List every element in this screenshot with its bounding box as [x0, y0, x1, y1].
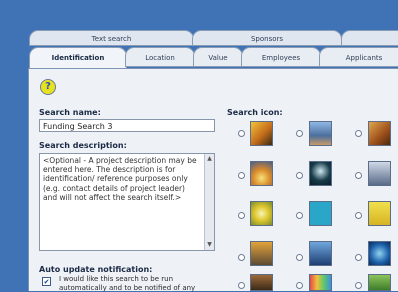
help-question-icon[interactable]: ? [40, 79, 56, 95]
hands-icon[interactable] [368, 121, 391, 146]
icon-radio[interactable] [296, 172, 303, 179]
icon-radio[interactable] [296, 130, 303, 137]
description-scrollbar[interactable]: ▲ ▼ [204, 154, 214, 250]
runner-icon[interactable] [368, 161, 391, 186]
icon-radio[interactable] [238, 254, 245, 261]
figure-yellow-icon[interactable] [368, 201, 391, 226]
search-name-input[interactable]: Funding Search 3 [39, 119, 215, 132]
icon-radio[interactable] [355, 212, 362, 219]
icon-radio[interactable] [296, 254, 303, 261]
search-name-label: Search name: [39, 108, 101, 117]
search-description-textarea[interactable]: <Optional - A project description may be… [39, 153, 215, 251]
identification-panel: ? Search name: Funding Search 3 Search d… [28, 68, 398, 292]
tab-value[interactable]: Value [193, 47, 243, 67]
auto-update-checkbox[interactable]: ✔ [42, 277, 51, 286]
tree-sunset-icon[interactable] [250, 121, 273, 146]
tab-location[interactable]: Location [125, 47, 195, 67]
icon-radio[interactable] [238, 130, 245, 137]
flower-icon[interactable] [250, 201, 273, 226]
auto-update-text: I would like this search to be run autom… [59, 275, 196, 292]
icon-radio[interactable] [355, 172, 362, 179]
icon-radio[interactable] [296, 282, 303, 289]
rainbow-icon[interactable] [309, 274, 332, 291]
tab-identification[interactable]: Identification [29, 47, 127, 69]
icon-radio[interactable] [238, 282, 245, 289]
cross-icon[interactable] [309, 201, 332, 226]
lower-tab-row: Identification Location Value Employees … [29, 47, 398, 69]
scroll-up-icon[interactable]: ▲ [206, 155, 213, 163]
search-icon-grid [229, 69, 398, 291]
tab-sponsors[interactable]: Sponsors [192, 30, 342, 46]
search-description-label: Search description: [39, 141, 127, 150]
leaf-icon[interactable] [368, 274, 391, 291]
scroll-down-icon[interactable]: ▼ [206, 241, 213, 249]
icon-radio[interactable] [355, 130, 362, 137]
icon-radio[interactable] [238, 212, 245, 219]
icon-radio[interactable] [355, 254, 362, 261]
globe-icon[interactable] [368, 241, 391, 266]
icon-radio[interactable] [238, 172, 245, 179]
tab-applicants[interactable]: Applicants [319, 47, 398, 67]
tower-icon[interactable] [309, 241, 332, 266]
sunrise-icon[interactable] [250, 161, 273, 186]
icon-radio[interactable] [355, 282, 362, 289]
tab-upper-more[interactable] [341, 30, 398, 46]
figure-sky-icon[interactable] [309, 121, 332, 146]
stairs-icon[interactable] [250, 274, 273, 291]
tab-employees[interactable]: Employees [241, 47, 321, 67]
tab-text-search[interactable]: Text search [29, 30, 194, 46]
keyhole-icon[interactable] [309, 161, 332, 186]
city-icon[interactable] [250, 241, 273, 266]
auto-update-label: Auto update notification: [39, 265, 153, 274]
icon-radio[interactable] [296, 212, 303, 219]
search-description-text: <Optional - A project description may be… [43, 156, 197, 202]
upper-tab-row: Text search Sponsors [29, 30, 398, 48]
